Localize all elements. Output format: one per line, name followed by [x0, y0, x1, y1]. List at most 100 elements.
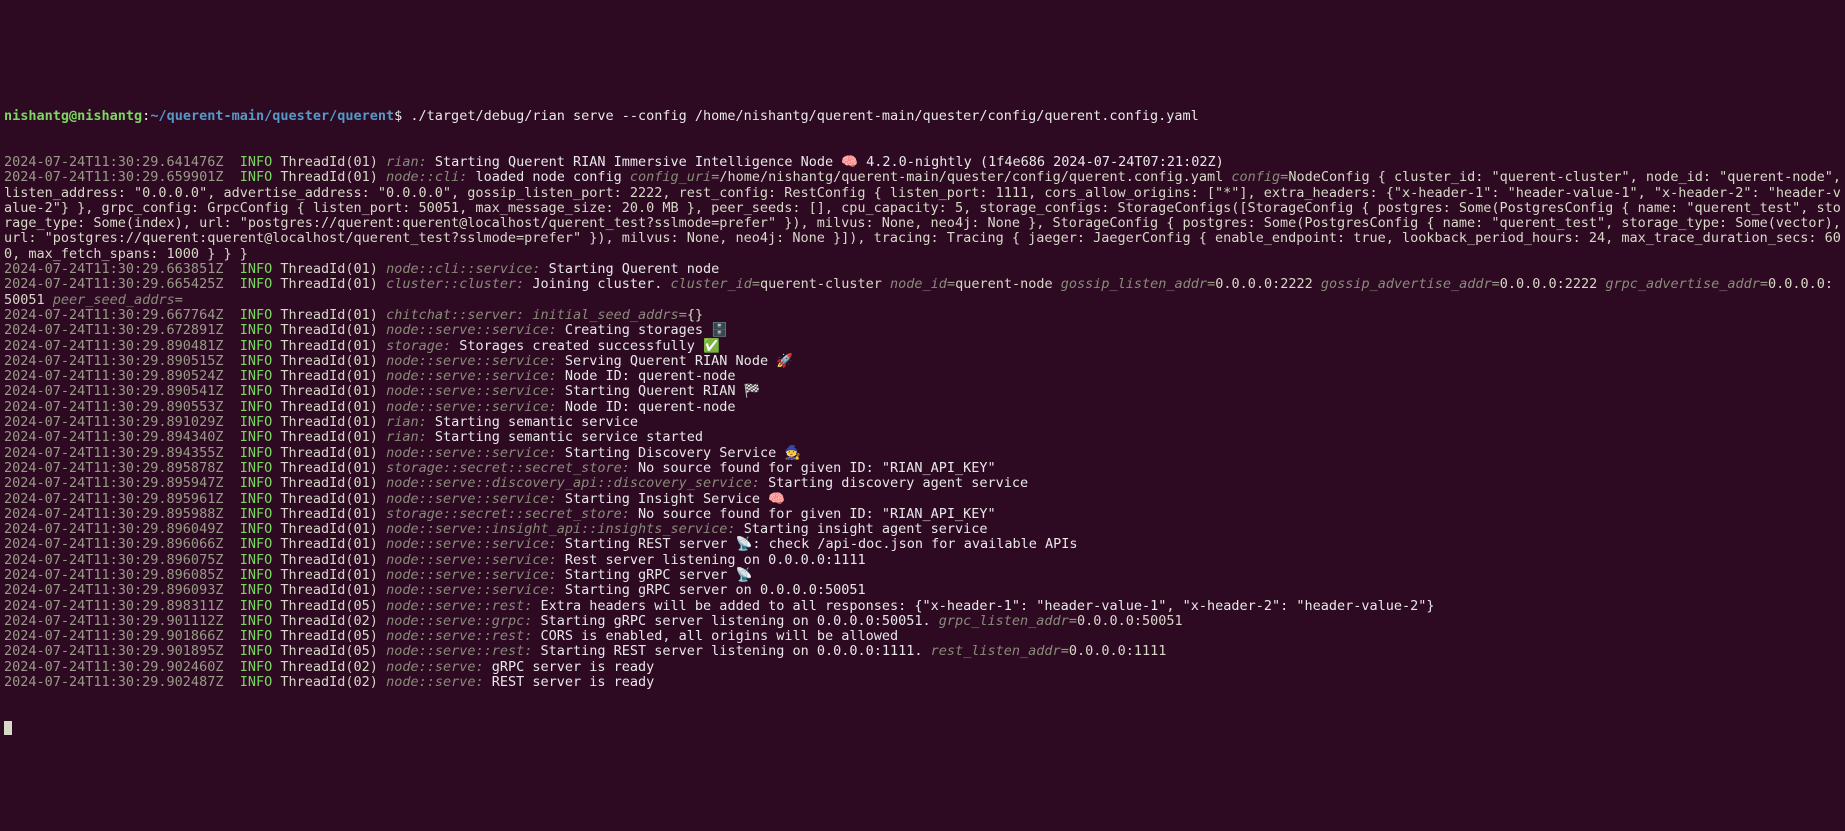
log-thread: ThreadId(01) — [280, 338, 378, 354]
log-timestamp: 2024-07-24T11:30:29.896093Z — [4, 582, 223, 598]
log-line: 2024-07-24T11:30:29.901895Z INFO ThreadI… — [4, 644, 1841, 659]
log-level: INFO — [240, 368, 273, 384]
log-message: Starting Querent RIAN Immersive Intellig… — [427, 154, 1224, 170]
log-thread: ThreadId(01) — [280, 399, 378, 415]
log-timestamp: 2024-07-24T11:30:29.896066Z — [4, 536, 223, 552]
log-timestamp: 2024-07-24T11:30:29.901112Z — [4, 613, 223, 629]
log-level: INFO — [240, 276, 273, 292]
log-timestamp: 2024-07-24T11:30:29.895947Z — [4, 475, 223, 491]
log-line: 2024-07-24T11:30:29.659901Z INFO ThreadI… — [4, 170, 1841, 262]
log-kv-val: /home/nishantg/querent-main/quester/conf… — [719, 169, 1223, 185]
log-module: node::serve::service: — [386, 368, 557, 384]
log-message: Starting Discovery Service 🧙 — [557, 445, 801, 461]
log-message: Storages created successfully ✅ — [451, 338, 720, 354]
log-timestamp: 2024-07-24T11:30:29.641476Z — [4, 154, 223, 170]
log-module: rian: — [386, 429, 427, 445]
log-level: INFO — [240, 154, 273, 170]
prompt-line: nishantg@nishantg:~/querent-main/quester… — [4, 109, 1841, 124]
prompt-user: nishantg@nishantg — [4, 108, 142, 124]
log-timestamp: 2024-07-24T11:30:29.894340Z — [4, 429, 223, 445]
log-module: node::cli: — [386, 169, 467, 185]
log-message: CORS is enabled, all origins will be all… — [532, 628, 898, 644]
log-message: Node ID: querent-node — [557, 368, 736, 384]
log-timestamp: 2024-07-24T11:30:29.898311Z — [4, 598, 223, 614]
log-level: INFO — [240, 169, 273, 185]
log-thread: ThreadId(02) — [280, 674, 378, 690]
log-level: INFO — [240, 598, 273, 614]
log-output: 2024-07-24T11:30:29.641476Z INFO ThreadI… — [4, 155, 1841, 690]
log-module: node::serve::rest: — [386, 643, 532, 659]
log-level: INFO — [240, 567, 273, 583]
log-level: INFO — [240, 338, 273, 354]
log-thread: ThreadId(05) — [280, 598, 378, 614]
log-message: No source found for given ID: "RIAN_API_… — [630, 460, 996, 476]
log-thread: ThreadId(01) — [280, 552, 378, 568]
log-kv-key: initial_seed_addrs — [532, 307, 678, 323]
log-message: Starting semantic service — [427, 414, 638, 430]
log-message: Node ID: querent-node — [557, 399, 736, 415]
log-kv-val: querent-cluster — [760, 276, 882, 292]
log-line: 2024-07-24T11:30:29.896093Z INFO ThreadI… — [4, 583, 1841, 598]
log-module: node::cli::service: — [386, 261, 540, 277]
log-kv-val: 0.0.0.0:1111 — [1069, 643, 1167, 659]
log-timestamp: 2024-07-24T11:30:29.902487Z — [4, 674, 223, 690]
log-level: INFO — [240, 506, 273, 522]
log-module: cluster::cluster: — [386, 276, 524, 292]
log-thread: ThreadId(01) — [280, 276, 378, 292]
log-kv-eq: = — [1760, 276, 1768, 292]
log-line: 2024-07-24T11:30:29.901866Z INFO ThreadI… — [4, 629, 1841, 644]
log-kv-key: gossip_listen_addr — [1061, 276, 1207, 292]
log-thread: ThreadId(01) — [280, 536, 378, 552]
log-module: rian: — [386, 414, 427, 430]
log-thread: ThreadId(01) — [280, 491, 378, 507]
log-message: Starting gRPC server 📡 — [557, 567, 753, 583]
log-module: node::serve::service: — [386, 383, 557, 399]
log-line: 2024-07-24T11:30:29.895988Z INFO ThreadI… — [4, 507, 1841, 522]
log-line: 2024-07-24T11:30:29.895947Z INFO ThreadI… — [4, 476, 1841, 491]
log-message: REST server is ready — [484, 674, 655, 690]
log-thread: ThreadId(01) — [280, 460, 378, 476]
log-thread: ThreadId(01) — [280, 414, 378, 430]
log-line: 2024-07-24T11:30:29.672891Z INFO ThreadI… — [4, 323, 1841, 338]
log-module: node::serve::service: — [386, 399, 557, 415]
log-kv-val: 0.0.0.0:2222 — [1500, 276, 1598, 292]
log-kv-key: config_uri — [630, 169, 711, 185]
log-line: 2024-07-24T11:30:29.896085Z INFO ThreadI… — [4, 568, 1841, 583]
log-timestamp: 2024-07-24T11:30:29.890541Z — [4, 383, 223, 399]
log-message: Rest server listening on 0.0.0.0:1111 — [557, 552, 866, 568]
log-module: node::serve::service: — [386, 322, 557, 338]
log-line: 2024-07-24T11:30:29.891029Z INFO ThreadI… — [4, 415, 1841, 430]
log-module: storage::secret::secret_store: — [386, 506, 630, 522]
command-text: ./target/debug/rian serve --config /home… — [410, 108, 1198, 124]
log-message: loaded node config — [467, 169, 630, 185]
log-module: node::serve::service: — [386, 552, 557, 568]
log-timestamp: 2024-07-24T11:30:29.667764Z — [4, 307, 223, 323]
log-level: INFO — [240, 445, 273, 461]
log-level: INFO — [240, 429, 273, 445]
log-timestamp: 2024-07-24T11:30:29.665425Z — [4, 276, 223, 292]
log-message: Starting REST server 📡: check /api-doc.j… — [557, 536, 1078, 552]
log-message: Starting gRPC server listening on 0.0.0.… — [532, 613, 938, 629]
log-kv-val: 0.0.0.0:2222 — [1215, 276, 1313, 292]
log-kv-key: rest_listen_addr — [931, 643, 1061, 659]
log-timestamp: 2024-07-24T11:30:29.890481Z — [4, 338, 223, 354]
log-kv-key: grpc_listen_addr — [939, 613, 1069, 629]
log-level: INFO — [240, 475, 273, 491]
log-kv-key: gossip_advertise_addr — [1321, 276, 1492, 292]
log-message: Starting REST server listening on 0.0.0.… — [532, 643, 930, 659]
cursor-line — [4, 721, 1841, 737]
log-kv-eq: = — [947, 276, 955, 292]
log-timestamp: 2024-07-24T11:30:29.672891Z — [4, 322, 223, 338]
log-level: INFO — [240, 552, 273, 568]
log-timestamp: 2024-07-24T11:30:29.663851Z — [4, 261, 223, 277]
terminal[interactable]: nishantg@nishantg:~/querent-main/quester… — [0, 76, 1845, 754]
log-message: No source found for given ID: "RIAN_API_… — [630, 506, 996, 522]
log-module: node::serve::grpc: — [386, 613, 532, 629]
log-timestamp: 2024-07-24T11:30:29.659901Z — [4, 169, 223, 185]
log-module: node::serve: — [386, 659, 484, 675]
log-kv-eq: = — [752, 276, 760, 292]
log-thread: ThreadId(01) — [280, 506, 378, 522]
log-line: 2024-07-24T11:30:29.663851Z INFO ThreadI… — [4, 262, 1841, 277]
log-module: node::serve::rest: — [386, 598, 532, 614]
log-timestamp: 2024-07-24T11:30:29.896049Z — [4, 521, 223, 537]
